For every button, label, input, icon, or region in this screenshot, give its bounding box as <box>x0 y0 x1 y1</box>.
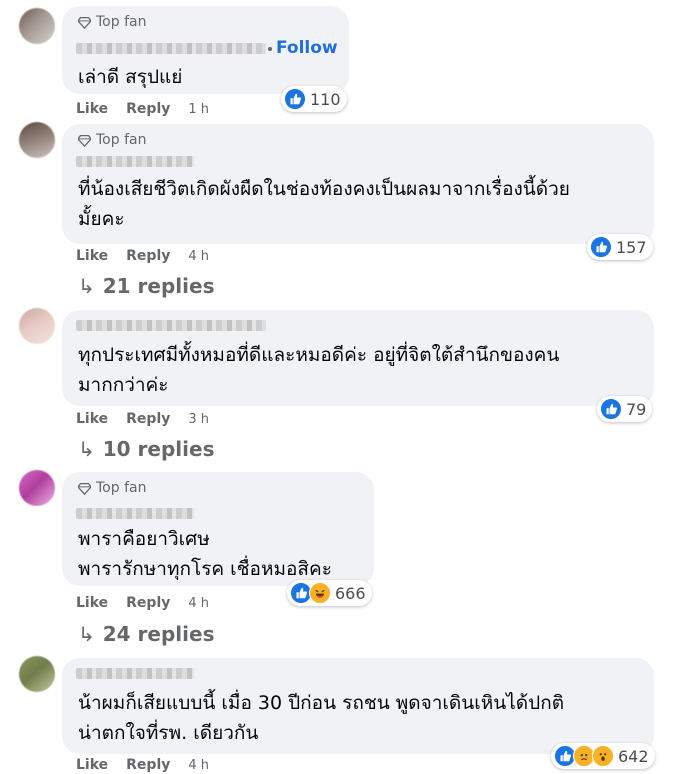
reaction-summary[interactable]: 642 <box>551 743 655 769</box>
view-replies-button[interactable]: ↳ 10 replies <box>78 437 214 461</box>
comment-bubble: ทุกประเทศมีทั้งหมอที่ดีและหมอดีค่ะ อยู่ท… <box>62 310 654 406</box>
diamond-icon <box>78 482 91 495</box>
avatar[interactable] <box>19 308 55 344</box>
reaction-count: 666 <box>335 583 366 603</box>
separator-dot <box>268 47 272 51</box>
comment-text: ทุกประเทศมีทั้งหมอที่ดีและหมอดีค่ะ อยู่ท… <box>78 344 560 396</box>
like-reaction-icon <box>284 88 306 110</box>
reaction-summary[interactable]: 157 <box>587 234 653 260</box>
comment-actions: Like Reply 4 h <box>76 757 209 773</box>
comment-actions: Like Reply 4 h <box>76 595 209 611</box>
comment-text: น้าผมก็เสียแบบนี้ เมื่อ 30 ปีก่อน รถชน พ… <box>78 692 565 744</box>
view-replies-button[interactable]: ↳ 21 replies <box>78 274 214 298</box>
reply-arrow-icon: ↳ <box>78 622 95 646</box>
timestamp[interactable]: 3 h <box>188 412 209 427</box>
reply-button[interactable]: Reply <box>126 595 170 611</box>
reaction-count: 642 <box>618 746 649 766</box>
comment-bubble: Top fan พาราคือยาวิเศษ พารารักษาทุกโรค เ… <box>62 472 374 586</box>
comment-actions: Like Reply 1 h <box>76 101 209 117</box>
top-fan-badge: Top fan <box>78 132 146 148</box>
reply-button[interactable]: Reply <box>126 101 170 117</box>
timestamp[interactable]: 4 h <box>188 758 209 773</box>
follow-button[interactable]: Follow <box>276 38 338 58</box>
author-name[interactable] <box>76 668 194 679</box>
reply-button[interactable]: Reply <box>126 757 170 773</box>
like-button[interactable]: Like <box>76 101 108 117</box>
top-fan-badge: Top fan <box>78 480 146 496</box>
like-reaction-icon <box>600 398 622 420</box>
like-button[interactable]: Like <box>76 595 108 611</box>
author-name[interactable] <box>76 320 266 331</box>
reaction-summary[interactable]: 666 <box>287 580 372 606</box>
like-button[interactable]: Like <box>76 757 108 773</box>
wow-reaction-icon <box>592 745 614 767</box>
avatar[interactable] <box>19 656 55 692</box>
like-reaction-icon <box>590 236 612 258</box>
comment-bubble: Top fan Follow เล่าดี สรุปแย่ <box>62 6 349 94</box>
avatar[interactable] <box>19 470 55 506</box>
comment-text: ที่น้องเสียชีวิตเกิดผังผืดในช่องท้องคงเป… <box>78 178 570 230</box>
diamond-icon <box>78 16 91 29</box>
reaction-summary[interactable]: 110 <box>281 86 347 112</box>
timestamp[interactable]: 1 h <box>188 102 209 117</box>
top-fan-badge: Top fan <box>78 14 146 30</box>
author-name[interactable] <box>76 508 194 519</box>
comment-actions: Like Reply 3 h <box>76 411 209 427</box>
like-button[interactable]: Like <box>76 411 108 427</box>
view-replies-button[interactable]: ↳ 24 replies <box>78 622 214 646</box>
like-button[interactable]: Like <box>76 248 108 264</box>
author-name[interactable] <box>76 43 266 54</box>
haha-reaction-icon <box>309 582 331 604</box>
author-name[interactable] <box>76 156 194 167</box>
diamond-icon <box>78 134 91 147</box>
comment-bubble: น้าผมก็เสียแบบนี้ เมื่อ 30 ปีก่อน รถชน พ… <box>62 658 654 754</box>
reply-button[interactable]: Reply <box>126 248 170 264</box>
avatar[interactable] <box>19 8 55 44</box>
timestamp[interactable]: 4 h <box>188 249 209 264</box>
comment-bubble: Top fan ที่น้องเสียชีวิตเกิดผังผืดในช่อง… <box>62 124 654 244</box>
reaction-summary[interactable]: 79 <box>597 396 653 422</box>
comment-text: พาราคือยาวิเศษ พารารักษาทุกโรค เชื่อหมอส… <box>78 528 332 580</box>
avatar[interactable] <box>19 122 55 158</box>
comment-actions: Like Reply 4 h <box>76 248 209 264</box>
reply-arrow-icon: ↳ <box>78 274 95 298</box>
reaction-count: 110 <box>310 89 341 109</box>
timestamp[interactable]: 4 h <box>188 596 209 611</box>
reaction-count: 157 <box>616 237 647 257</box>
reply-arrow-icon: ↳ <box>78 437 95 461</box>
reply-button[interactable]: Reply <box>126 411 170 427</box>
reaction-count: 79 <box>626 399 647 419</box>
